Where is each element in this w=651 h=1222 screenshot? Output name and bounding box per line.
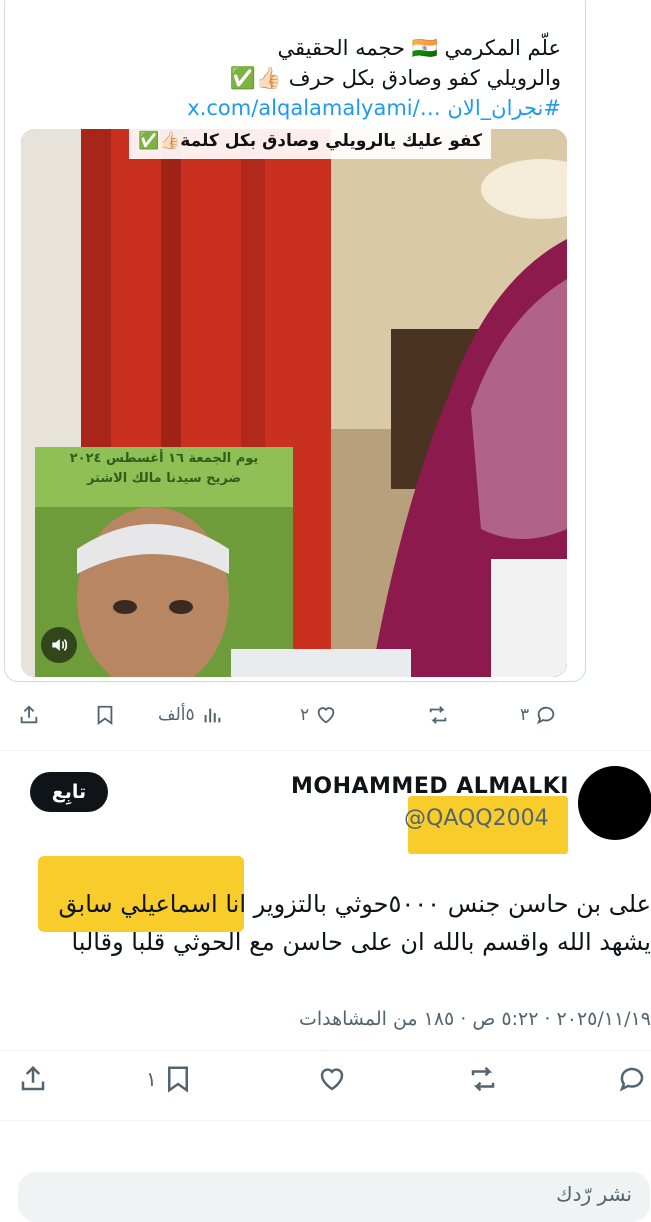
quoted-post-line3: #نجران_الان x.com/alqalamalyami/… — [21, 93, 561, 123]
heart-icon — [316, 1064, 348, 1094]
author-handle[interactable]: @QAQQ2004 — [404, 806, 549, 831]
avatar[interactable] — [578, 766, 651, 840]
post-text-line1: على بن حاسن جنس ٥٠٠٠حوثي بالتزوير انا اس… — [58, 890, 651, 918]
bookmark-icon — [163, 1064, 193, 1094]
repost-icon — [426, 704, 450, 726]
reply-icon — [535, 704, 557, 726]
views-count: ٥ألف — [158, 705, 195, 725]
like-count: ٢ — [300, 705, 310, 725]
bookmark-button[interactable]: ١ — [146, 1064, 193, 1094]
hashtag-link[interactable]: #نجران_الان — [447, 96, 561, 120]
bookmark-button[interactable] — [94, 704, 116, 726]
divider — [0, 1120, 651, 1121]
share-button[interactable] — [18, 704, 40, 726]
share-icon — [18, 1064, 48, 1094]
repost-icon — [466, 1064, 500, 1094]
quoted-post-link[interactable]: x.com/alqalamalyami/… — [187, 96, 440, 120]
reply-input[interactable]: نشر رّدك — [18, 1172, 650, 1222]
inset-overlay-place: ضريح سيدنا مالك الاشتر — [86, 471, 242, 486]
heart-icon — [315, 704, 337, 726]
divider — [0, 1050, 651, 1051]
video-caption: كفو عليك يالرويلي وصادق بكل كلمة👍🏻✅ — [137, 131, 483, 151]
share-icon — [18, 704, 40, 726]
quoted-post-card[interactable]: علّم المكرمي 🇮🇳 حجمه الحقيقي والرويلي كف… — [4, 0, 586, 682]
share-button[interactable] — [18, 1064, 48, 1094]
bookmark-count: ١ — [146, 1067, 157, 1091]
like-button[interactable] — [316, 1064, 348, 1094]
reply-count: ٣ — [520, 705, 530, 725]
views-button[interactable]: ٥ألف — [158, 704, 223, 726]
quoted-post-line2: والرويلي كفو وصادق بكل حرف 👍🏻✅ — [229, 66, 561, 90]
bookmark-icon — [94, 704, 116, 726]
post-text-line2: يشهد الله واقسم بالله ان على حاسن مع الح… — [71, 928, 651, 956]
quoted-post-line1: علّم المكرمي 🇮🇳 حجمه الحقيقي — [277, 36, 561, 60]
repost-button[interactable] — [466, 1064, 500, 1094]
reply-icon — [616, 1064, 648, 1094]
analytics-icon — [201, 704, 223, 726]
reply-button[interactable]: ٣ — [520, 704, 557, 726]
inset-overlay-date: يوم الجمعة ١٦ أغسطس ٢٠٢٤ — [69, 451, 259, 466]
post-meta: ٢٠٢٥/١١/١٩ · ٥:٢٢ ص · ١٨٥ من المشاهدات — [298, 1008, 651, 1030]
video-media[interactable]: كفو عليك يالرويلي وصادق بكل كلمة👍🏻✅ يوم … — [21, 129, 567, 677]
like-button[interactable]: ٢ — [300, 704, 337, 726]
speaker-icon[interactable] — [41, 627, 77, 663]
repost-button[interactable] — [426, 704, 450, 726]
divider — [0, 750, 651, 751]
reply-button[interactable] — [616, 1064, 648, 1094]
video-frame — [21, 129, 567, 677]
follow-button[interactable]: تابِع — [30, 772, 108, 812]
